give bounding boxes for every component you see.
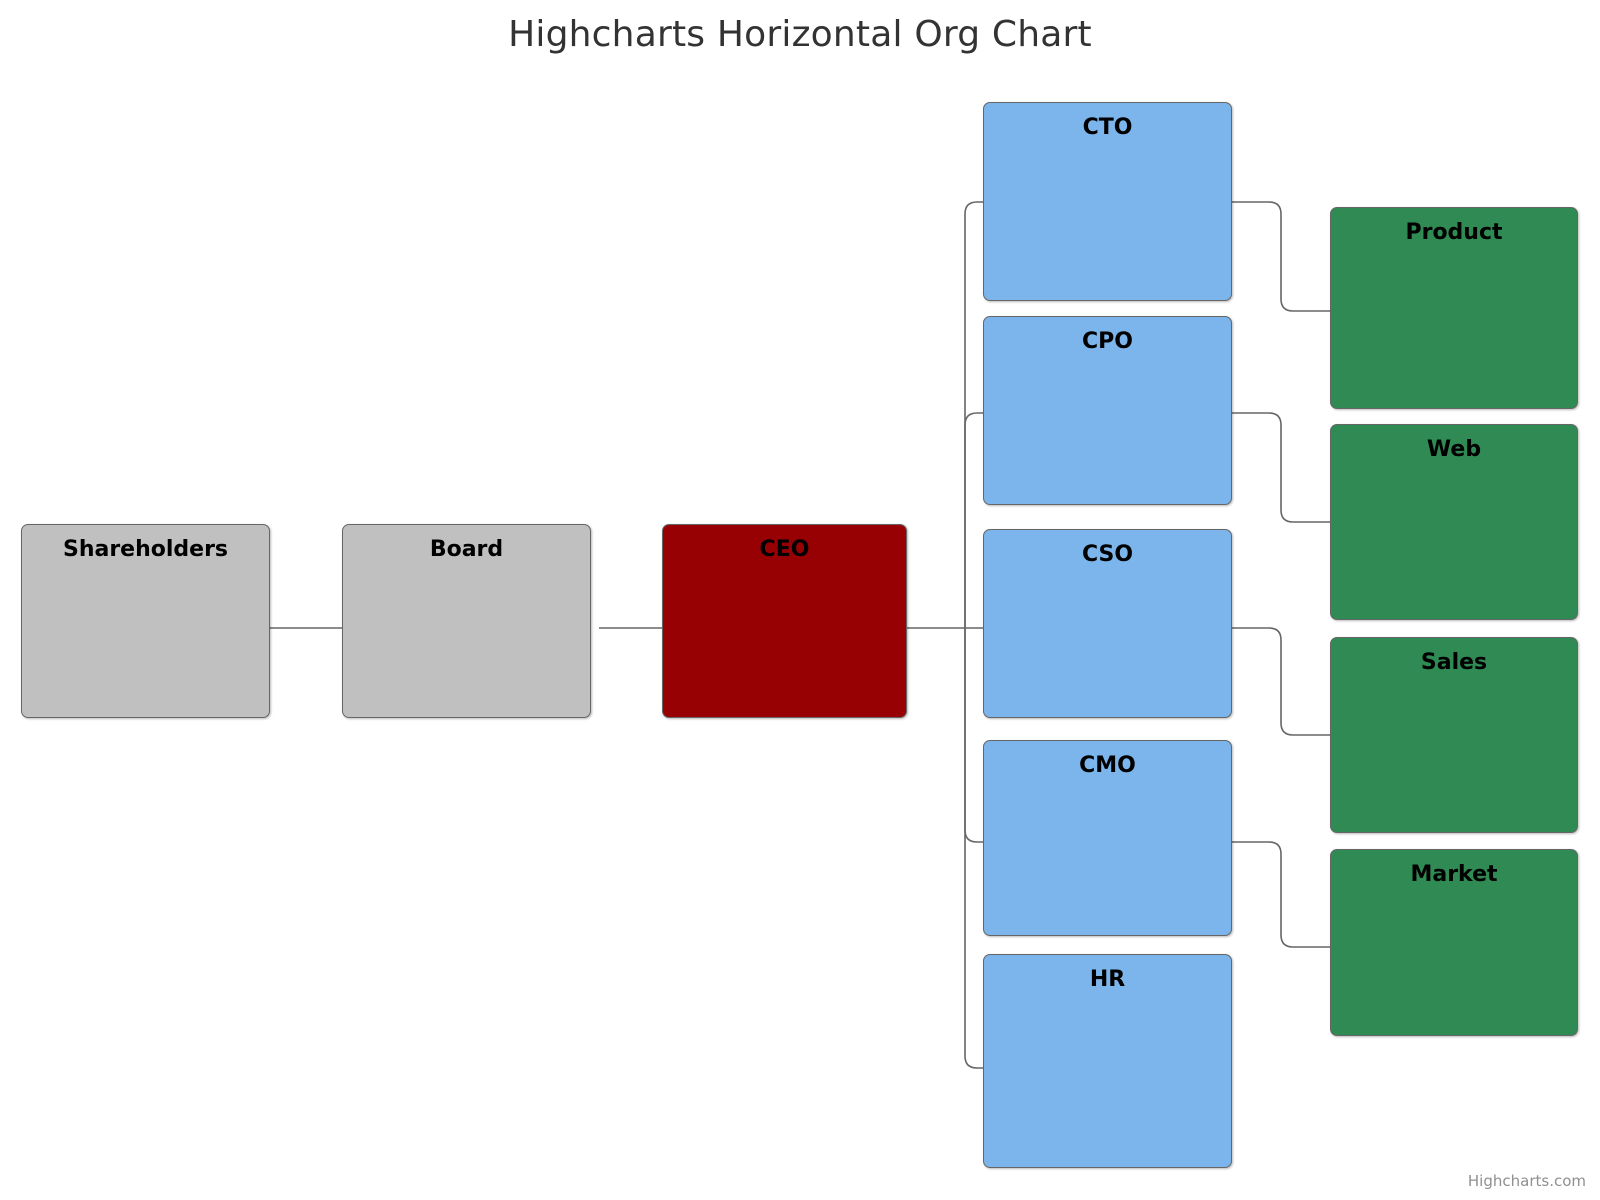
- link-cpo-web: [1232, 412, 1330, 523]
- link-cto-product: [1232, 201, 1330, 312]
- node-product[interactable]: Product: [1330, 207, 1578, 409]
- node-board[interactable]: Board: [342, 524, 591, 718]
- node-label: CSO: [1081, 542, 1134, 567]
- node-shareholders[interactable]: Shareholders: [21, 524, 270, 718]
- node-sales[interactable]: Sales: [1330, 637, 1578, 833]
- node-label: HR: [1089, 967, 1126, 992]
- highcharts-credit[interactable]: Highcharts.com: [1468, 1172, 1586, 1190]
- link-ceo-cto: [964, 201, 983, 628]
- node-hr[interactable]: HR: [983, 954, 1232, 1168]
- node-label: Web: [1426, 437, 1482, 462]
- node-web[interactable]: Web: [1330, 424, 1578, 620]
- node-cso[interactable]: CSO: [983, 529, 1232, 718]
- link-cso-sales: [1232, 627, 1330, 736]
- node-label: CMO: [1079, 753, 1136, 778]
- link-ceo-hr: [964, 628, 983, 1069]
- node-cmo[interactable]: CMO: [983, 740, 1232, 936]
- node-label: Product: [1405, 220, 1503, 245]
- chart-title: Highcharts Horizontal Org Chart: [508, 14, 1092, 55]
- link-cmo-market: [1232, 841, 1330, 948]
- node-label: Board: [429, 537, 504, 562]
- node-market[interactable]: Market: [1330, 849, 1578, 1036]
- node-label: Shareholders: [62, 537, 229, 562]
- node-label: Market: [1410, 862, 1498, 887]
- link-ceo-cpo: [964, 412, 983, 628]
- node-label: CEO: [759, 537, 810, 562]
- node-label: Sales: [1420, 650, 1488, 675]
- node-ceo[interactable]: CEO: [662, 524, 907, 718]
- org-chart-canvas: Highcharts Horizontal Org Chart Sharehol…: [0, 0, 1600, 1200]
- node-label: CTO: [1082, 115, 1133, 140]
- link-ceo-cmo: [964, 628, 983, 843]
- node-cpo[interactable]: CPO: [983, 316, 1232, 505]
- node-label: CPO: [1082, 329, 1133, 354]
- node-cto[interactable]: CTO: [983, 102, 1232, 301]
